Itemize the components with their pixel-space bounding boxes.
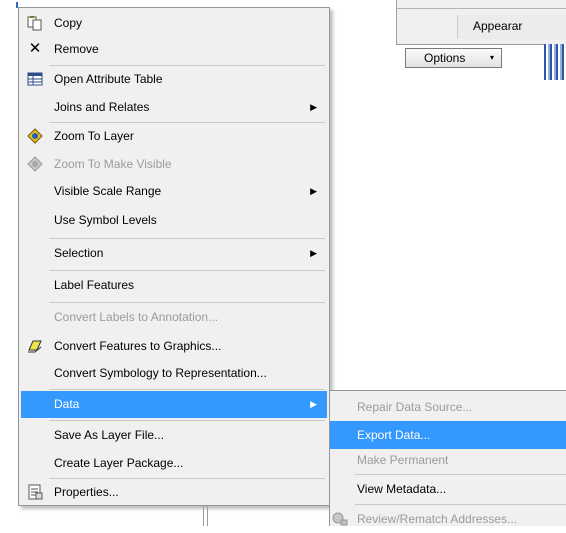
menu-item-label: Use Symbol Levels bbox=[54, 213, 157, 227]
zoom-to-make-visible-icon bbox=[27, 156, 43, 172]
menu-item-zoom-to-make-visible[interactable]: Zoom To Make Visible bbox=[21, 151, 327, 178]
submenu-item-label: Repair Data Source... bbox=[357, 400, 473, 414]
background-divider bbox=[203, 506, 204, 526]
menu-item-label: Zoom To Make Visible bbox=[54, 157, 172, 171]
menu-separator bbox=[49, 302, 325, 303]
background-divider bbox=[207, 506, 208, 526]
menu-item-use-symbol-levels[interactable]: Use Symbol Levels bbox=[21, 207, 327, 234]
properties-icon bbox=[27, 484, 43, 500]
menu-item-convert-symbology-to-representation[interactable]: Convert Symbology to Representation... bbox=[21, 360, 327, 387]
menu-item-label: Joins and Relates bbox=[54, 100, 150, 114]
menu-item-data[interactable]: Data ▶ bbox=[21, 391, 327, 418]
menu-item-save-as-layer-file[interactable]: Save As Layer File... bbox=[21, 422, 327, 449]
options-button[interactable]: Options ▾ bbox=[405, 48, 502, 68]
menu-item-label: Properties... bbox=[54, 485, 119, 499]
copy-icon bbox=[27, 15, 43, 31]
submenu-item-label: View Metadata... bbox=[357, 482, 447, 496]
submenu-item-label: Review/Rematch Addresses... bbox=[357, 512, 518, 526]
menu-item-zoom-to-layer[interactable]: Zoom To Layer bbox=[21, 123, 327, 150]
submenu-item-export-data[interactable]: Export Data... bbox=[330, 421, 566, 449]
map-preview-strip bbox=[544, 44, 566, 80]
menu-item-open-attribute-table[interactable]: Open Attribute Table bbox=[21, 66, 327, 93]
menu-item-convert-labels-to-annotation[interactable]: Convert Labels to Annotation... bbox=[21, 304, 327, 331]
convert-graphics-icon bbox=[27, 338, 43, 354]
menu-separator bbox=[49, 389, 325, 390]
menu-item-label: Convert Symbology to Representation... bbox=[54, 366, 267, 380]
submenu-item-label: Export Data... bbox=[357, 428, 431, 442]
menu-item-label-features[interactable]: Label Features bbox=[21, 272, 327, 299]
options-button-label: Options bbox=[424, 51, 466, 65]
remove-icon: ✕ bbox=[28, 40, 42, 57]
submenu-item-label: Make Permanent bbox=[357, 453, 449, 467]
menu-item-joins-and-relates[interactable]: Joins and Relates ▶ bbox=[21, 94, 327, 121]
dropdown-arrow-icon: ▾ bbox=[490, 53, 495, 62]
menu-item-label: Open Attribute Table bbox=[54, 72, 163, 86]
menu-item-label: Label Features bbox=[54, 278, 135, 292]
menu-separator bbox=[49, 270, 325, 271]
menu-item-label: Visible Scale Range bbox=[54, 184, 162, 198]
submenu-arrow-icon: ▶ bbox=[310, 248, 317, 258]
menu-item-create-layer-package[interactable]: Create Layer Package... bbox=[21, 450, 327, 477]
menu-item-label: Selection bbox=[54, 246, 104, 260]
background-window: Appearar Options ▾ bbox=[396, 0, 566, 90]
menu-item-copy[interactable]: Copy bbox=[21, 10, 327, 37]
menu-item-label: Create Layer Package... bbox=[54, 456, 184, 470]
menu-item-label: Save As Layer File... bbox=[54, 428, 165, 442]
menu-item-label: Remove bbox=[54, 42, 99, 56]
submenu-arrow-icon: ▶ bbox=[310, 186, 317, 196]
review-addresses-icon bbox=[332, 511, 348, 527]
submenu-arrow-icon: ▶ bbox=[310, 102, 317, 112]
menu-item-label: Copy bbox=[54, 16, 83, 30]
submenu-item-review-rematch-addresses[interactable]: Review/Rematch Addresses... bbox=[330, 505, 566, 533]
menu-item-label: Data bbox=[54, 397, 80, 411]
menu-item-properties[interactable]: Properties... bbox=[21, 479, 327, 506]
submenu-item-make-permanent[interactable]: Make Permanent bbox=[330, 446, 566, 474]
menu-separator bbox=[49, 420, 325, 421]
menu-item-convert-features-to-graphics[interactable]: Convert Features to Graphics... bbox=[21, 333, 327, 360]
layer-context-menu: Copy ✕ Remove Open Attribute Table Joins… bbox=[18, 7, 330, 506]
background-panel: Appearar bbox=[396, 0, 566, 44]
menu-item-selection[interactable]: Selection ▶ bbox=[21, 240, 327, 267]
menu-item-label: Convert Labels to Annotation... bbox=[54, 310, 219, 324]
menu-separator bbox=[49, 238, 325, 239]
divider bbox=[397, 8, 566, 9]
submenu-item-view-metadata[interactable]: View Metadata... bbox=[330, 475, 566, 503]
menu-item-label: Zoom To Layer bbox=[54, 129, 134, 143]
attribute-table-icon bbox=[27, 71, 43, 87]
submenu-item-repair-data-source[interactable]: Repair Data Source... bbox=[330, 393, 566, 421]
data-submenu: Repair Data Source... Export Data... Mak… bbox=[329, 390, 566, 526]
zoom-to-layer-icon bbox=[27, 128, 43, 144]
menu-item-remove[interactable]: ✕ Remove bbox=[21, 36, 327, 63]
submenu-arrow-icon: ▶ bbox=[310, 399, 317, 409]
appearance-label: Appearar bbox=[473, 19, 523, 33]
divider bbox=[396, 44, 544, 45]
menu-item-label: Convert Features to Graphics... bbox=[54, 339, 222, 353]
menu-item-visible-scale-range[interactable]: Visible Scale Range ▶ bbox=[21, 178, 327, 205]
